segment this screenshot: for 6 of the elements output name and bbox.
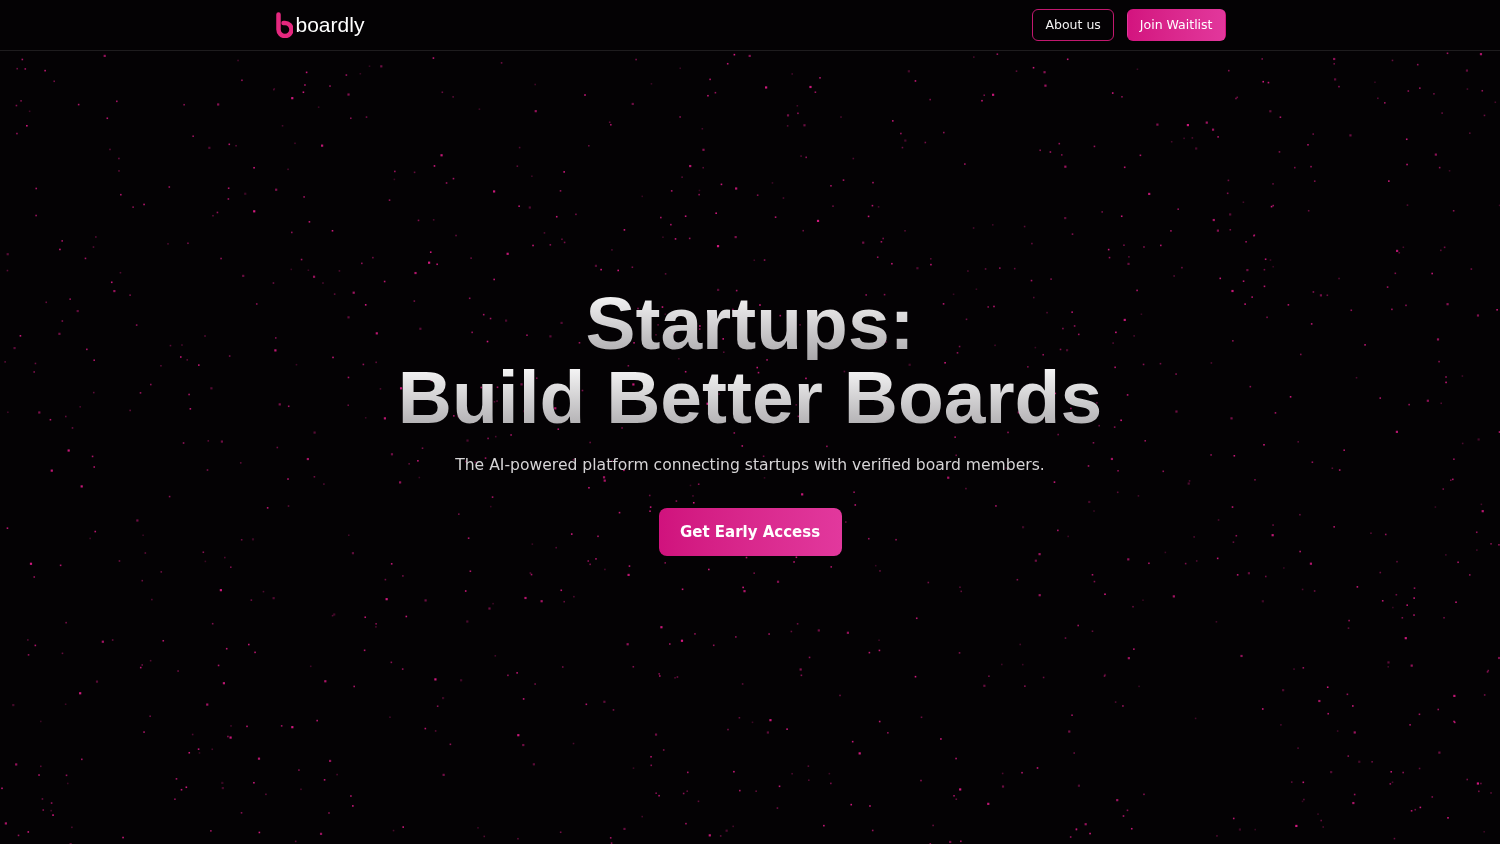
about-us-button[interactable]: About us bbox=[1032, 9, 1114, 41]
logo-wordmark: boardly bbox=[295, 13, 365, 37]
hero-subtitle: The AI-powered platform connecting startups with verified board members. bbox=[455, 455, 1045, 476]
join-waitlist-button[interactable]: Join Waitlist bbox=[1126, 9, 1226, 41]
get-early-access-button[interactable]: Get Early Access bbox=[658, 508, 842, 556]
logo-b-icon bbox=[274, 12, 293, 38]
